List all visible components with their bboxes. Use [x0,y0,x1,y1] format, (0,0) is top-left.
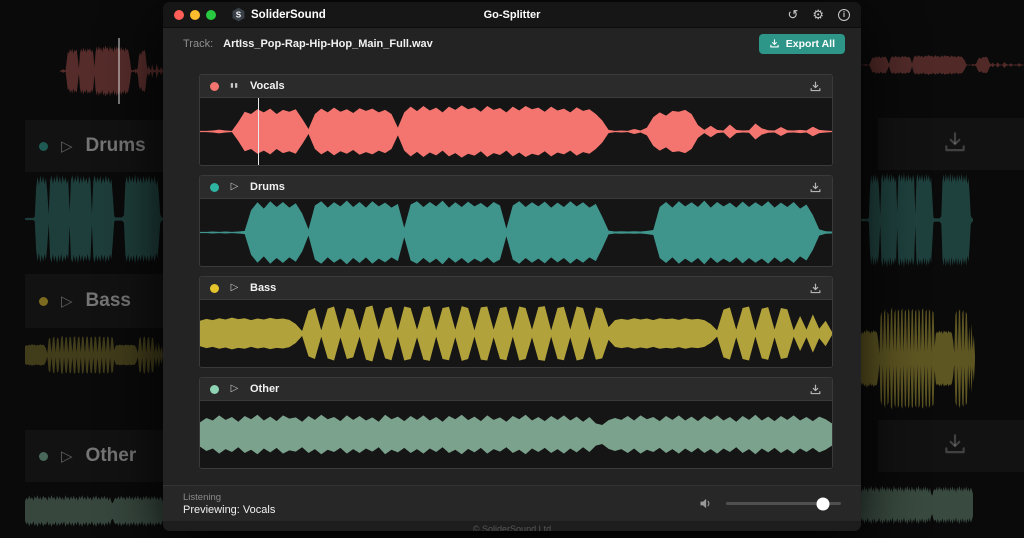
bg-other-waveform-right [861,472,973,538]
titlebar-actions: ↺ ⚙ i [787,8,850,21]
pause-button[interactable]: ▮▮ [228,83,241,89]
waveform-other[interactable] [200,401,832,468]
soldersound-logo-icon: S [231,7,246,22]
bg-play-icon: ▷ [61,294,73,309]
bg-bass-label: Bass [86,290,131,312]
stem-card-bass: ▷ Bass [199,276,833,368]
app-window: S SoliderSound Go-Splitter ↺ ⚙ i Track: … [163,2,861,531]
stem-color-dot [210,284,219,293]
download-stem-icon[interactable] [809,383,822,396]
waveform-drums[interactable] [200,199,832,266]
stems-list: ▮▮ Vocals ▷ Drums [163,59,861,478]
bg-header-right-2 [878,420,1024,472]
stem-name: Drums [250,181,285,193]
play-button[interactable]: ▷ [228,283,241,293]
volume-slider-knob[interactable] [816,497,829,510]
bg-bass-waveform [25,332,163,378]
track-filename: ArtIss_Pop-Rap-Hip-Hop_Main_Full.wav [223,38,433,50]
window-footer: © SoliderSound Ltd [163,521,861,531]
stem-card-drums: ▷ Drums [199,175,833,267]
svg-text:S: S [236,11,242,20]
settings-gear-icon[interactable]: ⚙ [812,8,824,21]
stem-card-other: ▷ Other [199,377,833,469]
download-stem-icon[interactable] [809,181,822,194]
bg-bass-dot [39,297,48,306]
bg-vocals-waveform [60,38,170,104]
bg-bass-waveform-right [861,297,975,420]
stem-color-dot [210,385,219,394]
volume-control [698,496,841,511]
status-line-1: Listening [183,492,275,503]
download-stem-icon[interactable] [809,282,822,295]
bg-other-waveform [25,484,163,538]
bg-play-icon: ▷ [61,449,73,464]
play-button[interactable]: ▷ [228,384,241,394]
bg-play-icon: ▷ [61,139,73,154]
waveform-vocals[interactable] [200,98,832,165]
stem-color-dot [210,183,219,192]
bg-bass-header: ▷ Bass [25,274,163,328]
export-all-button[interactable]: Export All [759,34,845,54]
stem-card-vocals: ▮▮ Vocals [199,74,833,166]
download-icon [769,38,780,49]
bg-vocals-waveform-right [861,52,1024,78]
stem-header-drums: ▷ Drums [200,176,832,199]
status-line-2: Previewing: Vocals [183,504,275,516]
bg-drums-waveform-right [861,170,973,270]
status-bar: Listening Previewing: Vocals [163,485,861,521]
bg-other-header: ▷ Other [25,430,163,482]
brand-name: SoliderSound [251,9,326,21]
track-label: Track: [183,38,213,50]
playhead [258,98,260,165]
stem-header-other: ▷ Other [200,378,832,401]
bg-drums-waveform [25,172,163,266]
desktop-background: ▷ Drums ▷ Bass ▷ Other [0,0,1024,538]
bg-other-dot [39,452,48,461]
stem-name: Bass [250,282,276,294]
bg-header-right [878,118,1024,170]
title-bar: S SoliderSound Go-Splitter ↺ ⚙ i [163,2,861,28]
export-all-label: Export All [786,38,835,50]
download-stem-icon[interactable] [809,80,822,93]
brand: S SoliderSound [231,7,326,22]
stem-header-bass: ▷ Bass [200,277,832,300]
bg-drums-dot [39,142,48,151]
bg-other-label: Other [86,445,137,467]
info-icon[interactable]: i [838,9,850,21]
play-button[interactable]: ▷ [228,182,241,192]
bg-drums-header: ▷ Drums [25,120,163,172]
track-bar: Track: ArtIss_Pop-Rap-Hip-Hop_Main_Full.… [163,28,861,59]
stem-color-dot [210,82,219,91]
bg-download-icon [942,431,968,462]
stem-name: Vocals [250,80,285,92]
status-text: Listening Previewing: Vocals [183,492,275,516]
bg-download-icon [942,129,968,160]
stem-name: Other [250,383,279,395]
reset-icon[interactable]: ↺ [787,8,798,21]
waveform-bass[interactable] [200,300,832,367]
stem-header-vocals: ▮▮ Vocals [200,75,832,98]
bg-drums-label: Drums [86,135,146,157]
volume-slider[interactable] [726,502,841,505]
bg-playhead [118,38,120,104]
speaker-icon[interactable] [698,496,713,511]
